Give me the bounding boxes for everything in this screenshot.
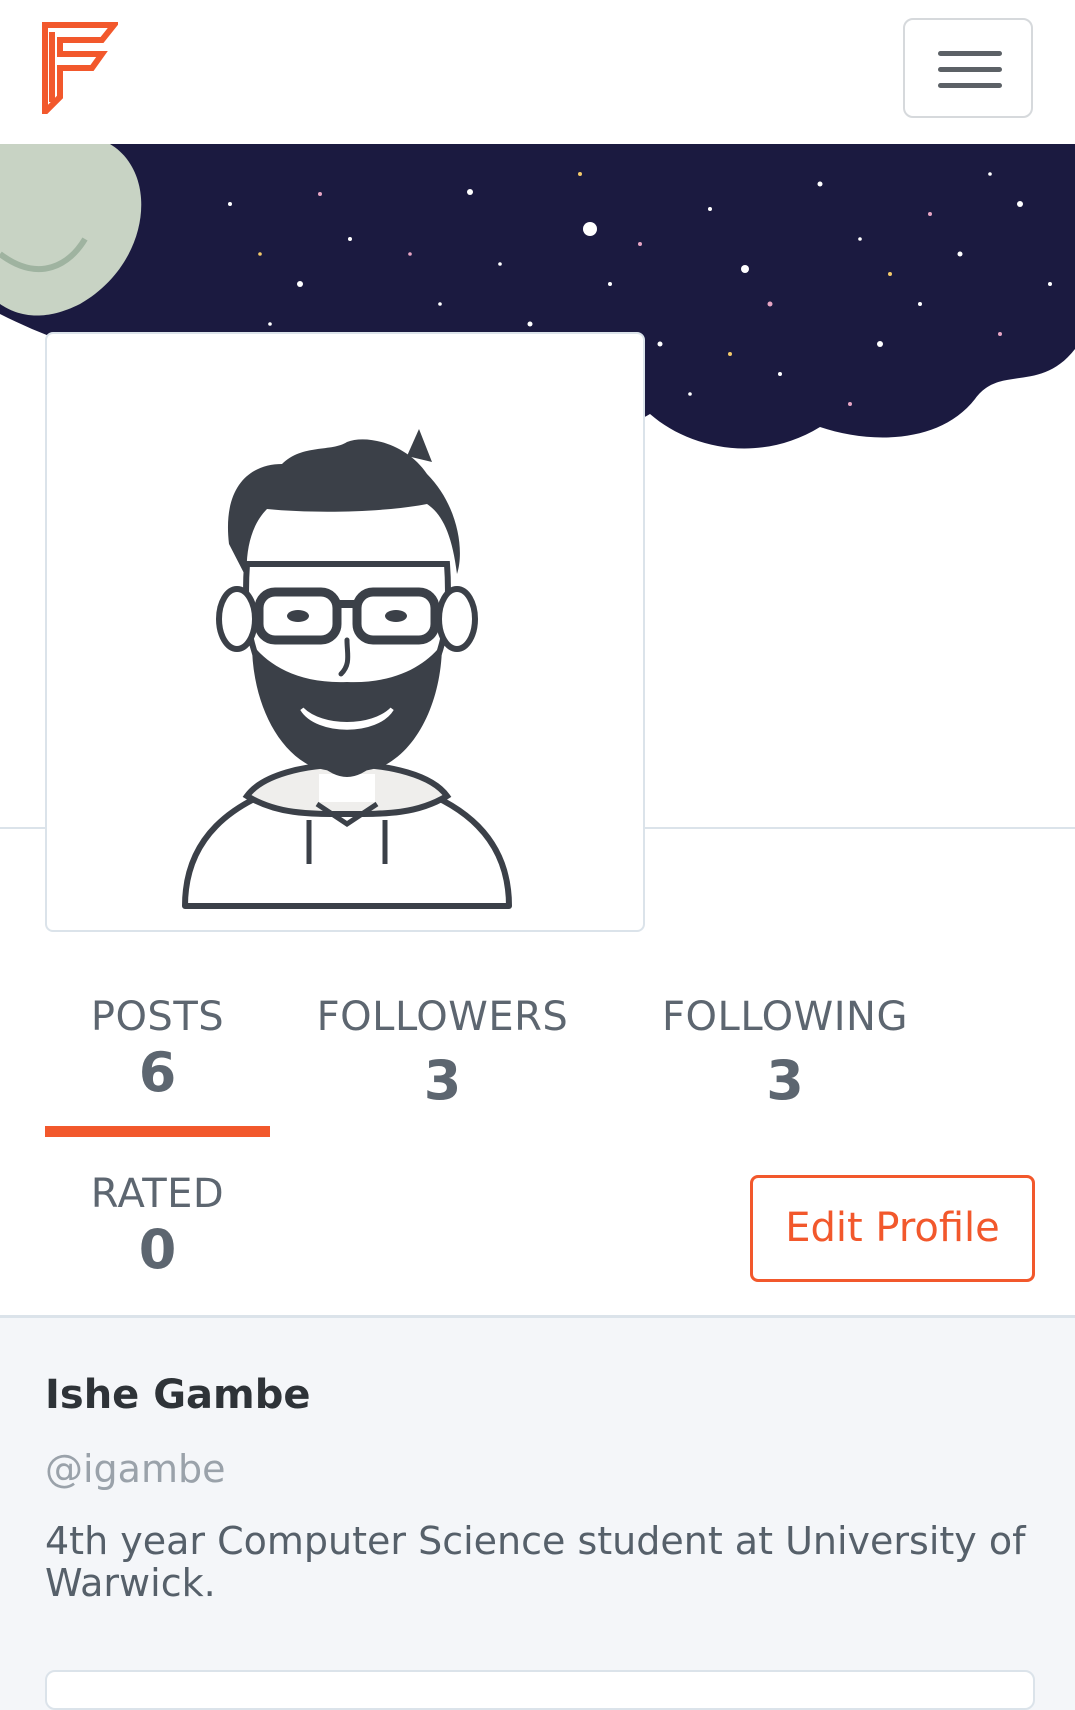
divider bbox=[0, 1315, 1075, 1318]
stat-rated-value: 0 bbox=[138, 1218, 177, 1281]
stat-followers-value: 3 bbox=[423, 1049, 462, 1112]
stat-followers[interactable]: FOLLOWERS 3 bbox=[310, 994, 575, 1108]
profile-handle: @igambe bbox=[45, 1447, 226, 1491]
profile-name: Ishe Gambe bbox=[45, 1372, 311, 1418]
menu-bar bbox=[938, 51, 1002, 56]
stat-followers-label: FOLLOWERS bbox=[316, 994, 569, 1040]
stat-rated[interactable]: RATED 0 bbox=[70, 1171, 245, 1277]
profile-bio: 4th year Computer Science student at Uni… bbox=[45, 1519, 1026, 1605]
brand-logo-icon[interactable] bbox=[42, 22, 121, 120]
menu-bar bbox=[938, 83, 1002, 88]
active-tab-indicator bbox=[45, 1126, 270, 1137]
profile-avatar[interactable] bbox=[45, 332, 645, 932]
hamburger-menu-button[interactable] bbox=[903, 18, 1033, 118]
post-card[interactable] bbox=[45, 1670, 1035, 1710]
stat-following-label: FOLLOWING bbox=[662, 994, 908, 1040]
stat-posts[interactable]: POSTS 6 bbox=[70, 994, 245, 1100]
navbar bbox=[0, 0, 1075, 144]
stat-posts-label: POSTS bbox=[90, 994, 225, 1040]
edit-profile-button[interactable]: Edit Profile bbox=[750, 1175, 1035, 1282]
stat-following[interactable]: FOLLOWING 3 bbox=[655, 994, 915, 1108]
menu-bar bbox=[938, 67, 1002, 72]
stat-posts-value: 6 bbox=[138, 1041, 177, 1104]
stat-following-value: 3 bbox=[766, 1049, 804, 1112]
stat-rated-label: RATED bbox=[90, 1171, 225, 1217]
